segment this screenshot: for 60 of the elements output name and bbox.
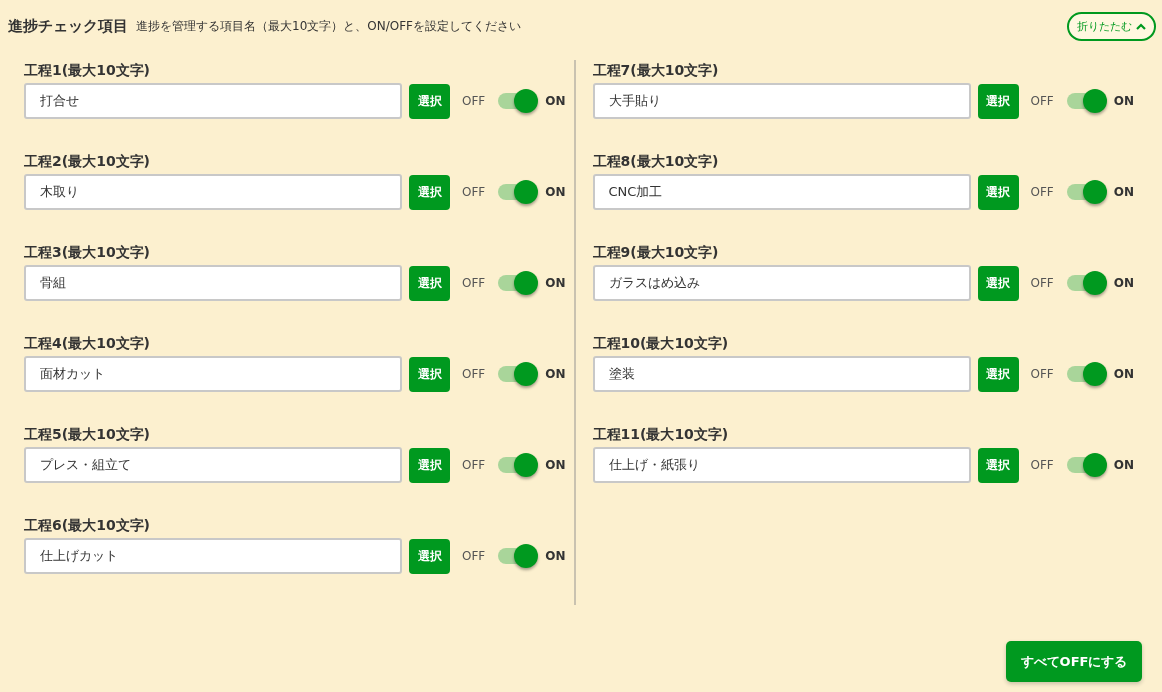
- input-field[interactable]: CNC加工: [592, 174, 971, 210]
- on-label: ON: [1113, 367, 1134, 381]
- field-label: 工程9(最大10文字): [592, 243, 720, 262]
- input-field[interactable]: 面材カット: [24, 356, 402, 392]
- input-field[interactable]: 仕上げカット: [24, 538, 402, 574]
- field-label: 工程5(最大10文字): [24, 425, 152, 444]
- input-field[interactable]: プレス・組立て: [24, 447, 402, 483]
- input-field[interactable]: 骨組: [24, 265, 402, 301]
- select-button[interactable]: 選択: [977, 83, 1019, 119]
- input-field[interactable]: 塗装: [592, 356, 971, 392]
- off-label: OFF: [1030, 185, 1054, 199]
- select-button[interactable]: 選択: [977, 447, 1019, 483]
- select-button[interactable]: 選択: [977, 356, 1019, 392]
- input-field[interactable]: 打合せ: [24, 83, 402, 119]
- section-description: 進捗を管理する項目名（最大10文字）と、ON/OFFを設定してください: [136, 17, 521, 35]
- on-label: ON: [545, 185, 566, 199]
- all-off-button[interactable]: すべてOFFにする: [1006, 641, 1142, 682]
- field-label: 工程4(最大10文字): [24, 334, 152, 353]
- field-label: 工程11(最大10文字): [592, 425, 730, 444]
- select-button[interactable]: 選択: [409, 356, 450, 392]
- input-field[interactable]: 仕上げ・紙張り: [592, 447, 971, 483]
- select-button[interactable]: 選択: [977, 265, 1019, 301]
- on-label: ON: [545, 94, 566, 108]
- off-label: OFF: [462, 185, 486, 199]
- on-label: ON: [1113, 276, 1134, 290]
- select-button[interactable]: 選択: [409, 447, 450, 483]
- field-label: 工程1(最大10文字): [24, 61, 152, 80]
- off-label: OFF: [462, 458, 486, 472]
- section-title: 進捗チェック項目: [8, 16, 128, 36]
- select-button[interactable]: 選択: [409, 83, 450, 119]
- off-label: OFF: [462, 94, 486, 108]
- input-field[interactable]: ガラスはめ込み: [592, 265, 971, 301]
- on-label: ON: [1113, 185, 1134, 199]
- off-label: OFF: [1030, 94, 1054, 108]
- on-label: ON: [1113, 458, 1134, 472]
- off-label: OFF: [462, 367, 486, 381]
- select-button[interactable]: 選択: [409, 538, 450, 574]
- on-label: ON: [545, 458, 566, 472]
- on-label: ON: [545, 276, 566, 290]
- field-label: 工程3(最大10文字): [24, 243, 152, 262]
- off-label: OFF: [1030, 367, 1054, 381]
- select-button[interactable]: 選択: [409, 174, 450, 210]
- off-label: OFF: [1030, 276, 1054, 290]
- on-label: ON: [545, 549, 566, 563]
- field-label: 工程6(最大10文字): [24, 516, 152, 535]
- off-label: OFF: [462, 549, 486, 563]
- off-label: OFF: [1030, 458, 1054, 472]
- field-label: 工程10(最大10文字): [592, 334, 730, 353]
- select-button[interactable]: 選択: [977, 174, 1019, 210]
- off-label: OFF: [462, 276, 486, 290]
- on-label: ON: [1113, 94, 1134, 108]
- input-field[interactable]: 大手貼り: [592, 83, 971, 119]
- input-field[interactable]: 木取り: [24, 174, 402, 210]
- field-label: 工程8(最大10文字): [592, 152, 720, 171]
- collapse-button[interactable]: 折りたたむ: [1067, 11, 1156, 41]
- select-button[interactable]: 選択: [409, 265, 450, 301]
- chevron-up-icon: [1136, 22, 1146, 30]
- field-label: 工程7(最大10文字): [592, 61, 720, 80]
- field-label: 工程2(最大10文字): [24, 152, 152, 171]
- on-label: ON: [545, 367, 566, 381]
